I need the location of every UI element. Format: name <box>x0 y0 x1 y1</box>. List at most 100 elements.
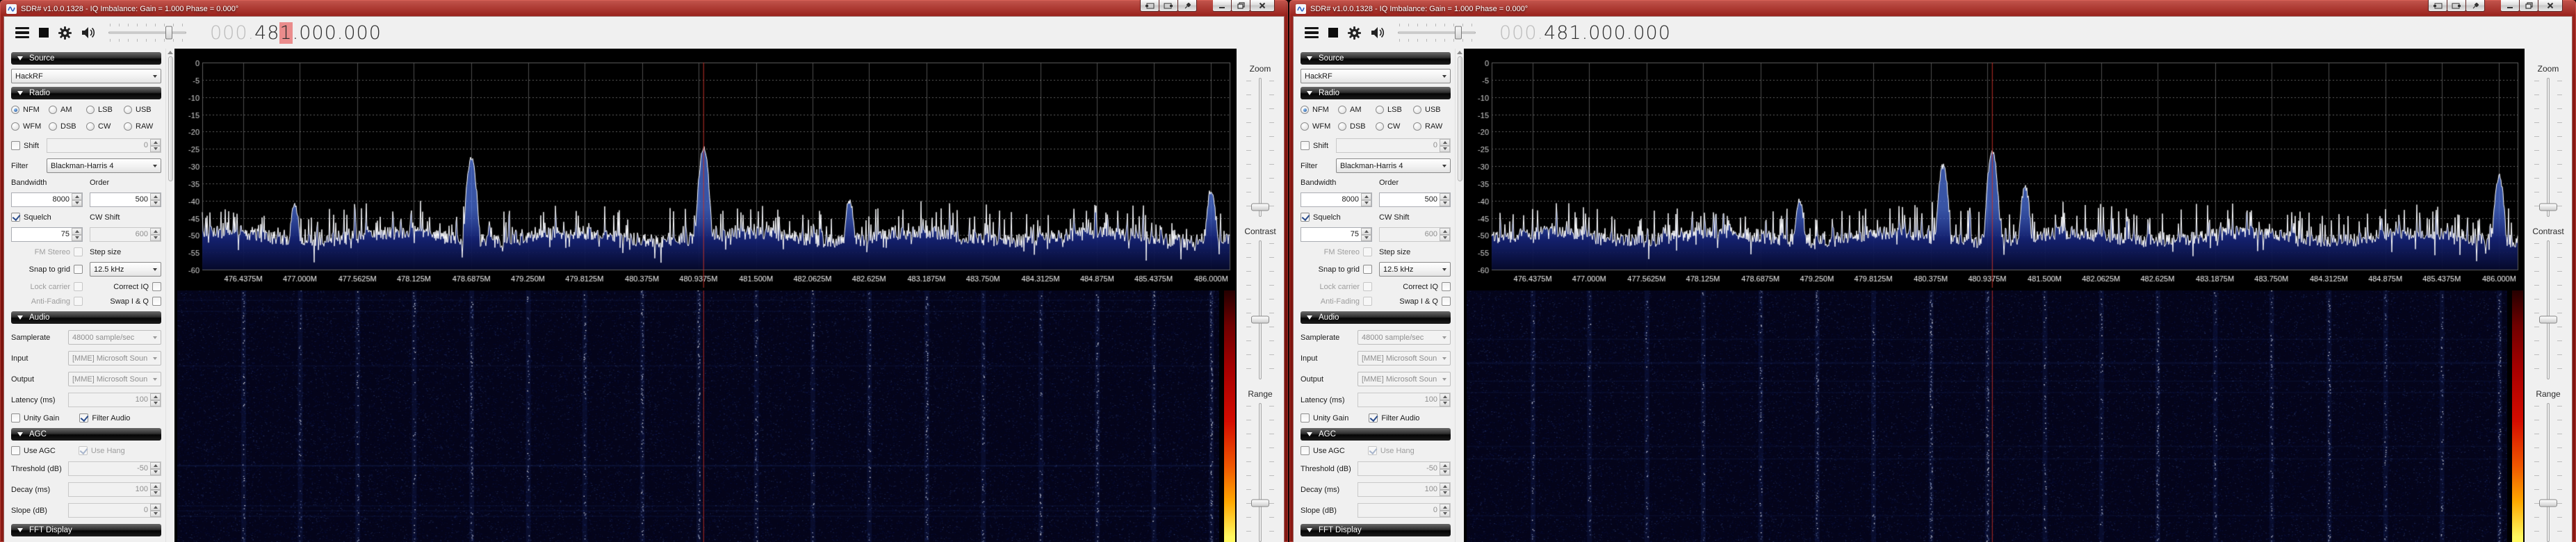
spin-down-icon[interactable] <box>150 511 161 518</box>
contrast-slider[interactable] <box>2533 240 2563 379</box>
samplerate-select[interactable]: 48000 sample/sec <box>1358 330 1451 345</box>
spin-up-icon[interactable] <box>150 228 161 235</box>
pin-window-button[interactable] <box>1177 0 1197 12</box>
squelch-input[interactable]: 75 <box>11 227 83 242</box>
spectrum-canvas[interactable] <box>1467 53 2523 288</box>
spinner[interactable] <box>1440 483 1450 496</box>
sidebar-scrollbar[interactable] <box>1455 49 1464 542</box>
spinner[interactable] <box>150 483 161 496</box>
audio-mute-button[interactable] <box>1371 26 1385 39</box>
agc-decay-input[interactable]: 100 <box>1358 482 1451 497</box>
pin-window-button[interactable] <box>2465 0 2485 12</box>
swap-iq-checkbox[interactable]: Swap I & Q <box>110 297 161 306</box>
minimize-button[interactable] <box>1213 0 1232 12</box>
latency-input[interactable]: 100 <box>68 393 161 407</box>
source-panel-header[interactable]: Source <box>11 52 161 65</box>
spin-up-icon[interactable] <box>150 504 161 511</box>
mode-radio[interactable]: LSB <box>86 106 124 114</box>
audio-output-select[interactable]: [MME] Microsoft Soun <box>1358 372 1451 386</box>
step-size-select[interactable]: 12.5 kHz <box>90 262 161 277</box>
shift-checkbox[interactable]: Shift <box>11 141 42 150</box>
spin-down-icon[interactable] <box>1440 511 1450 518</box>
mode-radio[interactable]: WFM <box>11 122 49 131</box>
close-button[interactable] <box>1250 0 1275 12</box>
volume-track[interactable] <box>1398 32 1476 34</box>
correct-iq-checkbox[interactable]: Correct IQ <box>1403 282 1451 291</box>
spin-down-icon[interactable] <box>150 235 161 242</box>
zoom-slider-thumb[interactable] <box>1251 204 1269 211</box>
spin-up-icon[interactable] <box>150 483 161 490</box>
agc-panel-header[interactable]: AGC <box>11 428 161 441</box>
radio-panel-header[interactable]: Radio <box>1301 87 1451 99</box>
contrast-slider-thumb[interactable] <box>2539 316 2557 324</box>
spinner[interactable] <box>1440 228 1450 241</box>
mode-radio[interactable]: WFM <box>1301 122 1338 131</box>
frequency-display[interactable]: 000.481.000.000 <box>210 22 382 44</box>
fm-stereo-checkbox[interactable]: FM Stereo <box>35 247 83 256</box>
audio-input-select[interactable]: [MME] Microsoft Soun <box>68 351 161 366</box>
snap-to-grid-checkbox[interactable]: Snap to grid <box>1319 265 1372 274</box>
range-slider[interactable] <box>2533 403 2563 542</box>
spin-up-icon[interactable] <box>1440 228 1450 235</box>
spin-down-icon[interactable] <box>72 235 82 242</box>
spin-up-icon[interactable] <box>72 228 82 235</box>
squelch-checkbox[interactable]: Squelch <box>1301 213 1341 222</box>
move-to-previous-monitor-button[interactable] <box>2428 0 2447 12</box>
mode-radio[interactable]: RAW <box>124 122 161 131</box>
spin-up-icon[interactable] <box>72 193 82 200</box>
volume-thumb[interactable] <box>165 26 172 40</box>
anti-fading-checkbox[interactable]: Anti-Fading <box>1321 297 1372 306</box>
mode-radio[interactable]: LSB <box>1376 106 1413 114</box>
shift-input[interactable]: 0 <box>47 138 161 153</box>
maximize-button[interactable] <box>1231 0 1250 12</box>
spinner[interactable] <box>1440 393 1450 406</box>
spin-down-icon[interactable] <box>150 400 161 407</box>
spinner[interactable] <box>150 393 161 406</box>
agc-threshold-input[interactable]: -50 <box>1358 461 1451 476</box>
stop-button[interactable] <box>1328 28 1338 38</box>
step-size-select[interactable]: 12.5 kHz <box>1379 262 1451 277</box>
mode-radio[interactable]: DSB <box>49 122 86 131</box>
volume-slider[interactable] <box>108 24 186 41</box>
scroll-up-icon[interactable] <box>1457 51 1462 54</box>
radio-panel-header[interactable]: Radio <box>11 87 161 99</box>
spin-down-icon[interactable] <box>150 490 161 497</box>
shift-input[interactable]: 0 <box>1336 138 1451 153</box>
mode-radio[interactable]: NFM <box>11 106 49 114</box>
source-device-select[interactable]: HackRF <box>1301 69 1451 83</box>
waterfall-canvas[interactable] <box>177 290 1219 542</box>
waterfall-canvas[interactable] <box>1467 290 2507 542</box>
move-to-previous-monitor-button[interactable] <box>1140 0 1159 12</box>
stop-button[interactable] <box>39 28 49 38</box>
slider-track[interactable] <box>2547 78 2550 217</box>
spin-down-icon[interactable] <box>1440 200 1450 207</box>
filter-audio-checkbox[interactable]: Filter Audio <box>1369 413 1419 422</box>
zoom-slider-thumb[interactable] <box>2539 204 2557 211</box>
fft-display-panel-header[interactable]: FFT Display <box>1301 524 1451 536</box>
spinner[interactable] <box>1361 193 1371 206</box>
spin-up-icon[interactable] <box>1440 193 1450 200</box>
agc-slope-input[interactable]: 0 <box>68 503 161 518</box>
spinner[interactable] <box>150 228 161 241</box>
spin-down-icon[interactable] <box>150 200 161 207</box>
order-input[interactable]: 500 <box>90 192 161 207</box>
maximize-button[interactable] <box>2519 0 2538 12</box>
frequency-display[interactable]: 000.481.000.000 <box>1499 22 1671 44</box>
lock-carrier-checkbox[interactable]: Lock carrier <box>31 282 83 291</box>
agc-threshold-input[interactable]: -50 <box>68 461 161 476</box>
contrast-slider[interactable] <box>1245 240 1275 379</box>
correct-iq-checkbox[interactable]: Correct IQ <box>113 282 161 291</box>
spin-up-icon[interactable] <box>1361 228 1371 235</box>
slider-track[interactable] <box>1259 403 1262 542</box>
swap-iq-checkbox[interactable]: Swap I & Q <box>1399 297 1451 306</box>
spinner[interactable] <box>1440 139 1450 152</box>
spin-up-icon[interactable] <box>1440 504 1450 511</box>
spin-up-icon[interactable] <box>1440 393 1450 400</box>
spinner[interactable] <box>72 228 82 241</box>
use-agc-checkbox[interactable]: Use AGC <box>1301 446 1345 455</box>
spectrum-canvas[interactable] <box>177 53 1235 288</box>
lock-carrier-checkbox[interactable]: Lock carrier <box>1320 282 1372 291</box>
spinner[interactable] <box>150 139 161 152</box>
cw-shift-input[interactable]: 600 <box>90 227 161 242</box>
menu-button[interactable] <box>15 27 29 39</box>
